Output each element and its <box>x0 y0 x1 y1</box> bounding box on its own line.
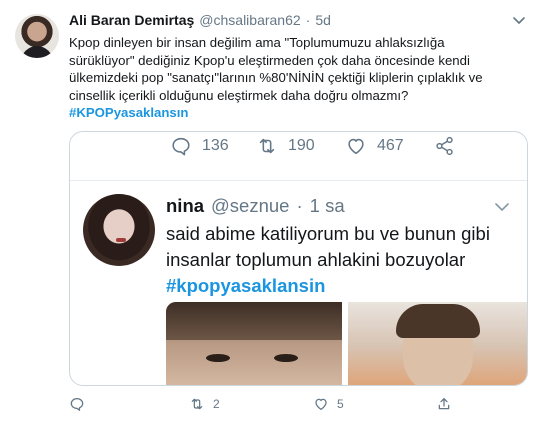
tweet-text-line: ülkemizdeki pop "sanatçı"larının %80'NİN… <box>69 70 483 86</box>
tweet-text-line: cinsellik içerikli olduğunu eleştirmek d… <box>69 87 409 103</box>
quoted-hashtag: #kpopyasaklansin <box>166 275 326 296</box>
share-nodes-icon <box>436 136 453 156</box>
divider <box>70 180 527 181</box>
header-separator: · <box>305 12 311 28</box>
quoted-reply-count: 136 <box>202 137 229 154</box>
hashtag-link[interactable]: #KPOPyasaklansın <box>69 105 189 120</box>
quoted-header-separator: · <box>296 195 303 216</box>
photo-detail <box>206 354 230 362</box>
tweet-action-bar: 2 5 <box>69 396 469 416</box>
heart-icon <box>348 138 364 155</box>
reply-icon <box>70 398 84 411</box>
quoted-retweet-button: 190 <box>256 135 315 157</box>
photo-detail <box>274 354 298 362</box>
tweet-text-line: Kpop dinleyen bir insan değilim ama "Top… <box>69 35 445 50</box>
like-button[interactable]: 5 <box>313 396 344 412</box>
quoted-tweet-header: nina @seznue · 1 sa <box>166 195 345 217</box>
quoted-author-handle: @seznue <box>211 195 290 216</box>
retweet-button[interactable]: 2 <box>189 396 220 412</box>
quoted-author-name: nina <box>166 195 205 216</box>
retweet-icon <box>191 398 203 410</box>
quoted-author-avatar <box>83 194 155 266</box>
reply-icon <box>172 137 190 156</box>
quoted-like-button: 467 <box>345 135 404 157</box>
tweet-header: Ali Baran Demirtaş @chsalibaran62 · 5d <box>69 12 331 32</box>
tweet-text: Kpop dinleyen bir insan değilim ama "Top… <box>69 34 531 122</box>
share-button[interactable] <box>436 396 452 412</box>
avatar-detail <box>116 238 126 242</box>
quoted-like-count: 467 <box>377 137 404 154</box>
avatar-shirt <box>21 46 53 58</box>
photo-detail <box>166 302 342 340</box>
quoted-photo-right <box>348 302 527 385</box>
share-icon <box>438 398 450 410</box>
author-avatar[interactable] <box>15 14 59 58</box>
photo-detail <box>396 304 480 338</box>
like-count: 5 <box>337 397 344 411</box>
retweet-count: 2 <box>213 397 220 411</box>
chevron-down-icon[interactable] <box>512 16 526 26</box>
quoted-text-line: insanlar toplumun ahlakini bozuyolar <box>166 249 466 270</box>
quoted-photo-left <box>166 302 342 385</box>
quoted-share-button <box>434 135 456 157</box>
quoted-text-line: said abime katiliyorum bu ve bunun gibi <box>166 223 490 244</box>
quoted-timestamp: 1 sa <box>309 195 345 216</box>
chevron-down-icon <box>495 203 509 211</box>
retweet-icon <box>259 138 275 154</box>
quoted-retweet-count: 190 <box>288 137 315 154</box>
quoted-tweet-text: said abime katiliyorum bu ve bunun gibi … <box>166 221 516 299</box>
heart-icon <box>315 398 327 410</box>
author-name[interactable]: Ali Baran Demirtaş <box>69 12 194 28</box>
author-handle[interactable]: @chsalibaran62 <box>199 12 300 28</box>
tweet-text-line: sürüklüyor" dediğiniz Kpop'u eleştirmede… <box>69 52 470 68</box>
tweet-timestamp[interactable]: 5d <box>315 12 331 28</box>
quoted-screenshot[interactable]: 136 190 467 nina @seznue · 1 sa said abi… <box>69 131 528 386</box>
tweet[interactable]: Ali Baran Demirtaş @chsalibaran62 · 5d K… <box>0 0 544 425</box>
reply-button[interactable] <box>69 396 93 412</box>
quoted-reply-button: 136 <box>170 135 229 157</box>
